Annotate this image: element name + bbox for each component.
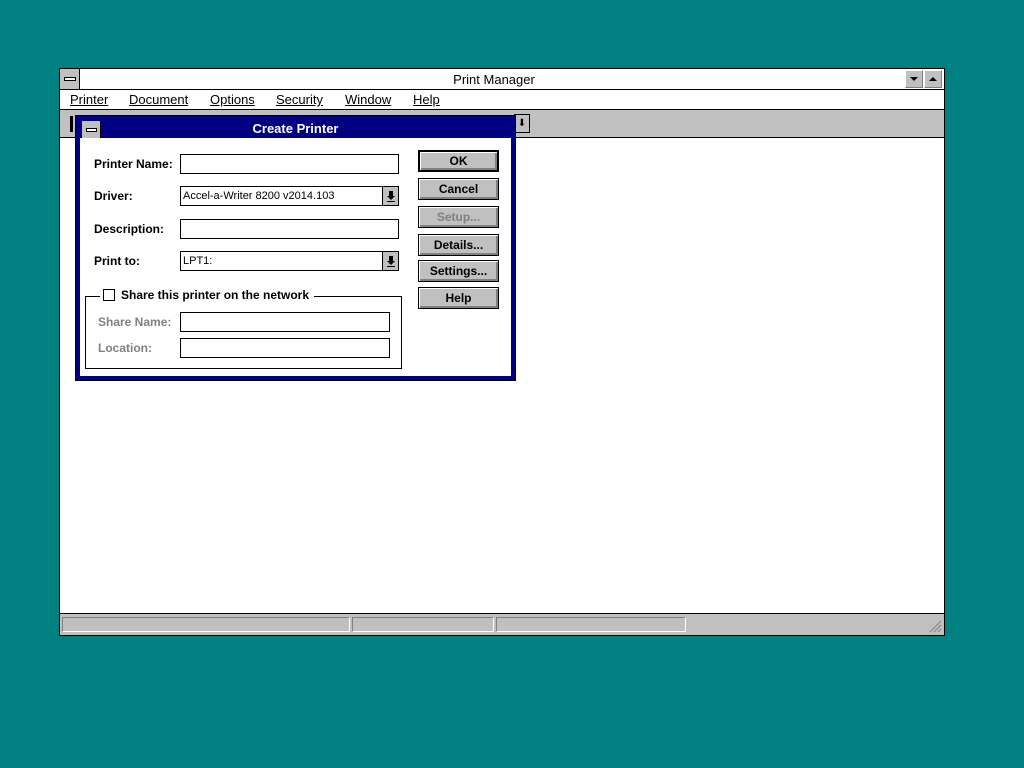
menu-security-label: Security xyxy=(276,92,323,107)
menu-window-label: Window xyxy=(345,92,392,107)
settings-button[interactable]: Settings... xyxy=(418,260,499,282)
menu-printer[interactable]: Printer xyxy=(70,92,108,107)
maximize-button[interactable] xyxy=(924,70,942,88)
setup-button[interactable]: Setup... xyxy=(418,206,499,228)
dialog-system-menu-icon xyxy=(85,127,97,132)
details-button[interactable]: Details... xyxy=(418,234,499,256)
menu-document[interactable]: Document xyxy=(129,92,188,107)
print-to-label: Print to: xyxy=(94,254,140,268)
system-menu-button[interactable] xyxy=(60,69,80,89)
share-checkbox-label: Share this printer on the network xyxy=(121,288,310,302)
dialog-title: Create Printer xyxy=(80,120,511,138)
menu-bar: Printer Document Options Security Window… xyxy=(60,90,944,110)
printer-name-label: Printer Name: xyxy=(94,157,173,171)
printer-name-input[interactable] xyxy=(180,154,399,174)
help-button[interactable]: Help xyxy=(418,287,499,309)
driver-value: Accel-a-Writer 8200 v2014.103 xyxy=(183,190,335,202)
menu-printer-label: Printer xyxy=(70,92,109,107)
toolbar-dropdown-button[interactable]: ⬇ xyxy=(514,114,530,133)
menu-window[interactable]: Window xyxy=(345,92,391,107)
cancel-button[interactable]: Cancel xyxy=(418,178,499,200)
menu-options[interactable]: Options xyxy=(210,92,255,107)
maximize-icon xyxy=(929,77,937,81)
driver-select[interactable]: Accel-a-Writer 8200 v2014.103 xyxy=(180,186,399,206)
ok-button[interactable]: OK xyxy=(418,150,499,172)
print-to-dropdown-button[interactable] xyxy=(382,252,398,270)
menu-security[interactable]: Security xyxy=(276,92,323,107)
status-pane-3 xyxy=(496,617,686,632)
toolbar-edge xyxy=(70,116,73,132)
down-arrow-icon xyxy=(386,256,395,267)
system-menu-icon xyxy=(63,77,76,81)
create-printer-dialog: Create Printer Printer Name: Driver: Acc… xyxy=(75,115,516,381)
dialog-frame: Create Printer Printer Name: Driver: Acc… xyxy=(80,120,511,376)
menu-options-label: Options xyxy=(210,92,255,107)
status-pane-2 xyxy=(352,617,494,632)
title-bar: Print Manager xyxy=(60,69,944,90)
down-arrow-icon xyxy=(386,191,395,202)
driver-label: Driver: xyxy=(94,189,133,203)
description-label: Description: xyxy=(94,222,165,236)
share-group: Share this printer on the network Share … xyxy=(85,288,402,369)
dialog-body: Printer Name: Driver: Accel-a-Writer 820… xyxy=(80,138,511,376)
share-name-input[interactable] xyxy=(180,312,390,332)
location-label: Location: xyxy=(98,341,152,355)
minimize-button[interactable] xyxy=(905,70,923,88)
location-input[interactable] xyxy=(180,338,390,358)
share-checkbox[interactable] xyxy=(103,289,115,301)
share-checkbox-row[interactable]: Share this printer on the network xyxy=(100,288,315,302)
print-to-select[interactable]: LPT1: xyxy=(180,251,399,271)
status-bar xyxy=(60,613,944,635)
minimize-icon xyxy=(910,77,918,81)
dialog-system-menu-button[interactable] xyxy=(82,121,101,138)
driver-dropdown-button[interactable] xyxy=(382,187,398,205)
status-pane-1 xyxy=(62,617,350,632)
menu-help-label: Help xyxy=(413,92,440,107)
resize-grip-icon[interactable] xyxy=(928,619,942,633)
menu-help[interactable]: Help xyxy=(413,92,440,107)
description-input[interactable] xyxy=(180,219,399,239)
menu-document-label: Document xyxy=(129,92,189,107)
share-name-label: Share Name: xyxy=(98,315,172,329)
window-title: Print Manager xyxy=(453,72,535,87)
print-to-value: LPT1: xyxy=(183,255,213,267)
